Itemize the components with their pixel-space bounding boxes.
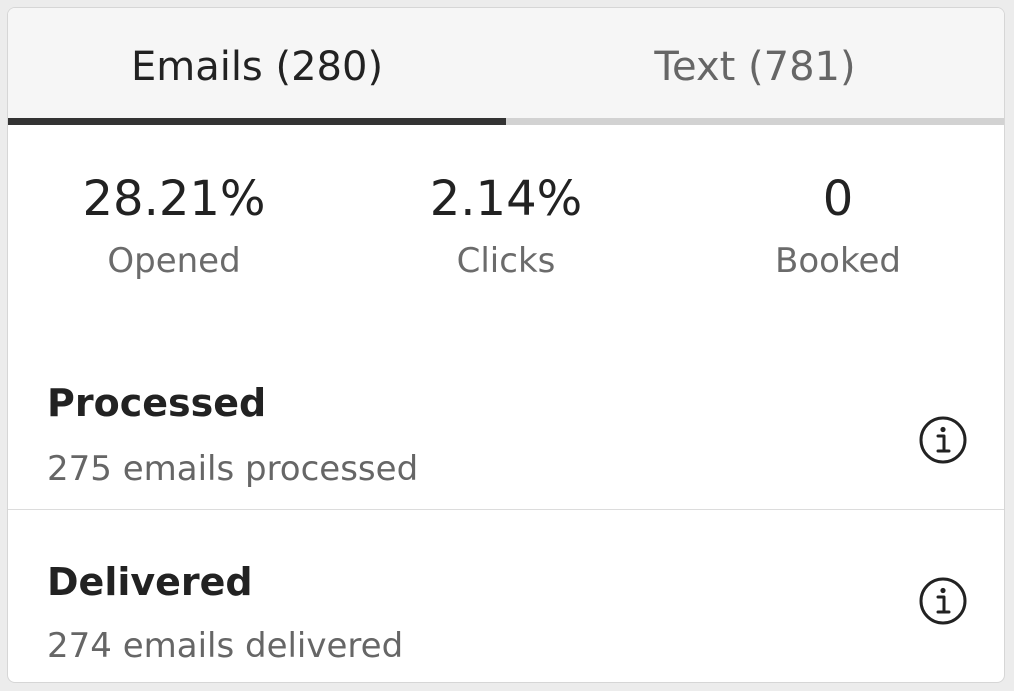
- tab-emails-underline: [8, 118, 506, 125]
- stat-opened-value: 28.21%: [82, 171, 266, 227]
- processed-subtitle: 275 emails processed: [47, 449, 419, 489]
- tab-text-label: Text (781): [654, 43, 856, 90]
- list-item-delivered: Delivered 274 emails delivered: [8, 510, 1004, 682]
- delivered-title: Delivered: [47, 560, 253, 604]
- tab-text[interactable]: Text (781): [506, 8, 1004, 125]
- list-item-processed: Processed 275 emails processed: [8, 325, 1004, 510]
- tab-text-underline: [506, 118, 1004, 125]
- stat-opened: 28.21% Opened: [8, 125, 340, 325]
- stat-opened-label: Opened: [107, 241, 241, 281]
- stat-clicks-value: 2.14%: [429, 171, 583, 227]
- summary-stats: 28.21% Opened 2.14% Clicks 0 Booked: [8, 125, 1004, 325]
- tab-emails-label: Emails (280): [130, 43, 384, 90]
- email-stats-card: Emails (280) Text (781) 28.21% Opened 2.…: [7, 7, 1005, 683]
- processed-title: Processed: [47, 381, 267, 425]
- stat-booked-label: Booked: [775, 241, 901, 281]
- stat-clicks-label: Clicks: [456, 241, 556, 281]
- tab-emails[interactable]: Emails (280): [8, 8, 506, 125]
- stat-clicks: 2.14% Clicks: [340, 125, 672, 325]
- delivered-subtitle: 274 emails delivered: [47, 626, 404, 666]
- stat-booked: 0 Booked: [672, 125, 1004, 325]
- channel-tabs: Emails (280) Text (781): [8, 8, 1004, 125]
- stat-booked-value: 0: [822, 171, 854, 227]
- info-icon[interactable]: [918, 576, 968, 626]
- info-icon[interactable]: [918, 415, 968, 465]
